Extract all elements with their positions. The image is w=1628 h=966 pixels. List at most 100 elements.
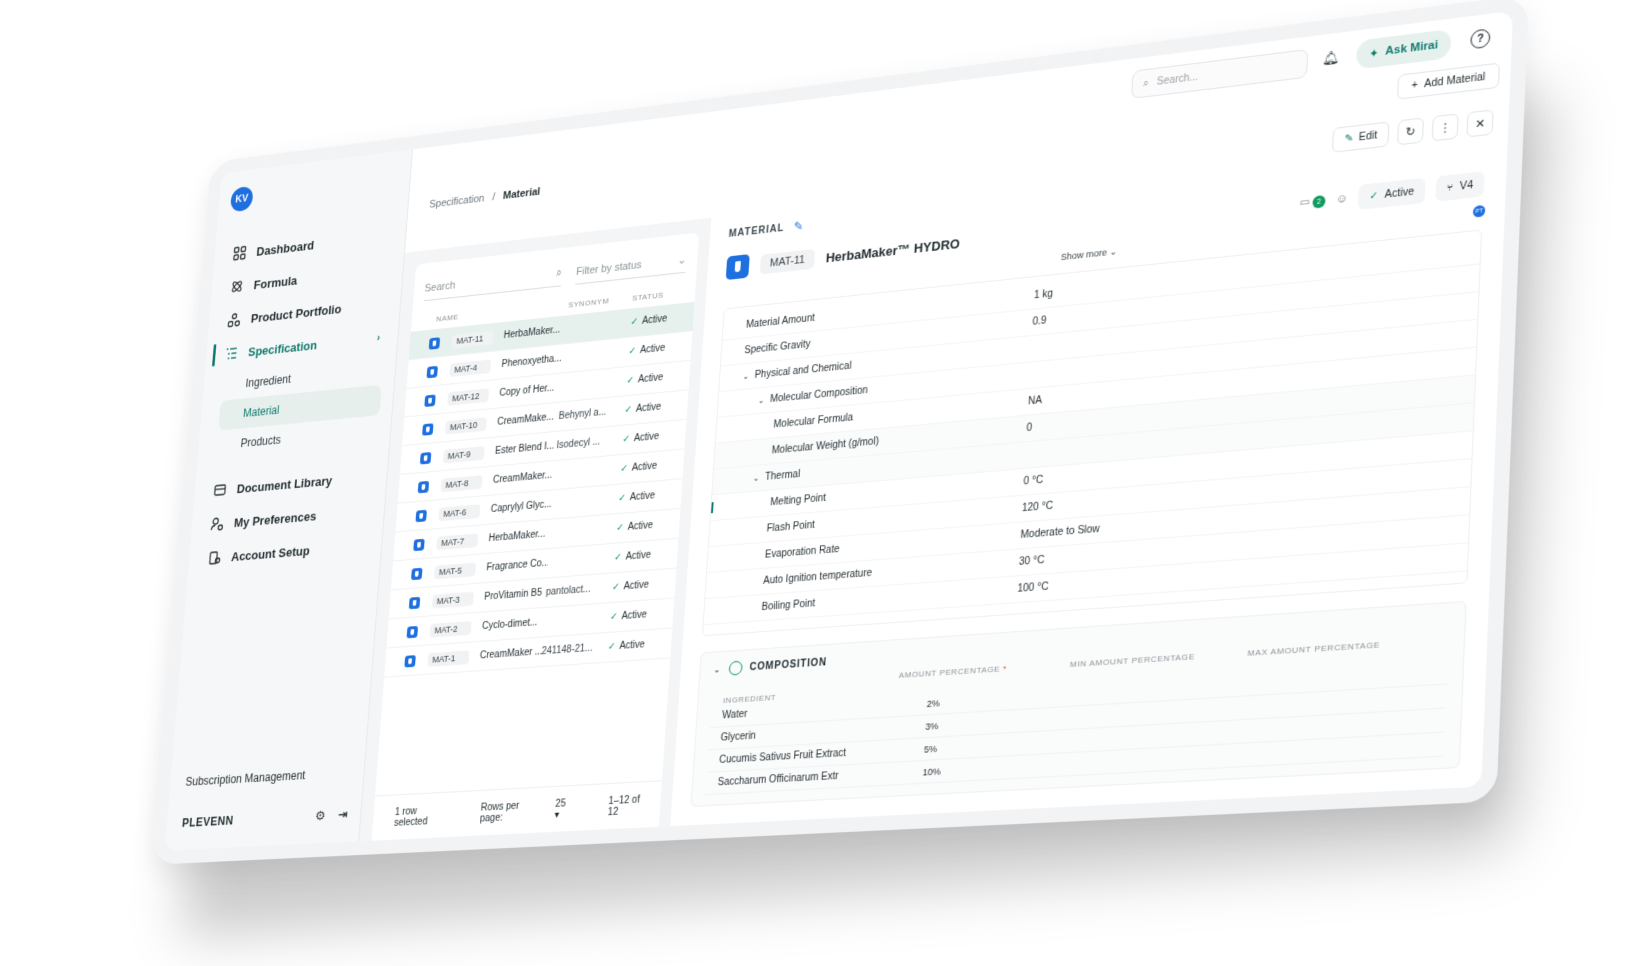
- bell-icon[interactable]: 🔔︎: [1322, 49, 1340, 68]
- material-list-panel: Search ⌕ Filter by status ⌄ NAME SYNONYM…: [359, 217, 712, 842]
- row-code: MAT-8: [440, 474, 483, 492]
- material-detail: MATERIAL ✎ ▭ 2 ☺ ✓ Active ⑂ V4 PT MAT-11: [670, 126, 1508, 826]
- preferences-icon: [210, 516, 225, 532]
- sidebar-item-label: Document Library: [236, 472, 333, 496]
- pagination-range: 1–12 of 12: [607, 793, 641, 818]
- status-label: Active: [1384, 185, 1415, 201]
- check-icon: ✓: [624, 404, 633, 416]
- material-code: MAT-11: [759, 248, 816, 275]
- logout-icon[interactable]: ⇥: [337, 807, 348, 823]
- row-code: MAT-4: [449, 358, 492, 377]
- row-status: ✓ Active: [617, 490, 656, 505]
- comments-icon[interactable]: ▭ 2: [1299, 195, 1326, 211]
- account-icon: [207, 550, 222, 566]
- specification-icon: [224, 345, 239, 361]
- user-avatar-small: PT: [1472, 204, 1486, 218]
- check-icon: ✓: [626, 374, 635, 387]
- list-footer: 1 row selected Rows per page: 25 ▾ 1–12 …: [371, 780, 663, 841]
- flask-icon: [406, 625, 419, 638]
- flask-icon: [422, 422, 434, 436]
- emoji-icon[interactable]: ☺: [1336, 192, 1349, 206]
- row-name: HerbaMaker...: [503, 324, 561, 342]
- rows-per-page-select[interactable]: 25 ▾: [554, 798, 571, 821]
- row-code: MAT-2: [429, 620, 472, 638]
- row-status: ✓ Active: [611, 579, 650, 594]
- check-icon: ✓: [613, 551, 623, 564]
- flask-icon: [408, 596, 421, 609]
- composition-title: COMPOSITION: [749, 656, 828, 673]
- check-icon: ✓: [622, 433, 631, 446]
- composition-section: ⌄ COMPOSITION INGREDIENT AMOUNT PERCENTA…: [690, 600, 1467, 807]
- flask-icon: [428, 336, 441, 350]
- sidebar-item-label: My Preferences: [233, 508, 317, 530]
- flask-icon: [424, 394, 436, 407]
- check-icon: ✓: [628, 345, 637, 358]
- row-status: ✓ Active: [607, 639, 646, 653]
- check-icon: ✓: [611, 581, 621, 594]
- sidebar-footer: Subscription Management PLEVENN ⚙ ⇥: [181, 766, 351, 831]
- dashboard-icon: [232, 245, 247, 261]
- row-name: CreamMake...: [496, 411, 555, 428]
- ask-mirai-button[interactable]: ✦ Ask Mirai: [1355, 28, 1452, 70]
- material-name: HerbaMaker™ HYDRO: [825, 235, 961, 265]
- row-name: Ester Blend I...: [494, 440, 555, 457]
- rows-per-page: Rows per page: 25 ▾: [479, 798, 572, 825]
- row-synonym: [550, 528, 616, 533]
- check-icon: ✓: [1368, 189, 1379, 203]
- row-name: Phenoxyetha...: [501, 353, 562, 370]
- add-material-button[interactable]: + Add Material: [1396, 62, 1501, 100]
- global-search-input[interactable]: ⌕ Search...: [1131, 48, 1309, 100]
- check-icon: ✓: [607, 641, 617, 653]
- list-rows: MAT-11 HerbaMaker... ✓ Active MAT-4 Phenoxyet…: [384, 301, 695, 678]
- row-name: Fragrance Co...: [486, 557, 549, 574]
- help-icon[interactable]: ?: [1470, 28, 1491, 50]
- row-synonym: [554, 469, 620, 475]
- breadcrumb-parent[interactable]: Specification: [429, 193, 485, 211]
- search-placeholder: Search...: [1156, 71, 1199, 88]
- rows-per-page-label: Rows per page:: [479, 800, 520, 825]
- row-status: ✓ Active: [622, 431, 660, 446]
- formula-icon: [230, 278, 245, 294]
- row-synonym: 241148-21...: [541, 642, 593, 658]
- column-header-status[interactable]: STATUS: [632, 288, 684, 303]
- ingredient-amount: 3%: [925, 720, 939, 732]
- row-status: ✓ Active: [613, 549, 652, 564]
- row-name: HerbaMaker...: [488, 528, 546, 545]
- library-icon: [213, 482, 228, 498]
- sidebar-item-label: Formula: [253, 272, 298, 292]
- row-code: MAT-3: [431, 591, 474, 609]
- sidebar-nav: Dashboard Formula Product Portfolio Spec…: [199, 218, 394, 576]
- breadcrumb-separator: /: [491, 191, 496, 204]
- row-status: ✓ Active: [619, 460, 658, 475]
- row-status: ✓ Active: [628, 342, 666, 358]
- check-icon: ✓: [617, 492, 627, 505]
- column-header-synonym[interactable]: SYNONYM: [568, 294, 632, 309]
- row-code: MAT-5: [434, 562, 477, 579]
- app-window: KV Dashboard Formula Product Portfolio S…: [151, 0, 1530, 865]
- check-icon: ✓: [619, 463, 629, 475]
- leaf-icon: [728, 660, 743, 676]
- row-synonym: Isodecyl ...: [556, 436, 601, 452]
- chevron-down-icon: ⌄: [742, 371, 750, 382]
- row-synonym: [561, 381, 627, 387]
- sparkle-icon: ✦: [1368, 46, 1380, 61]
- breadcrumb: Specification / Material: [429, 186, 541, 211]
- version-badge[interactable]: ⑂ V4: [1435, 171, 1485, 202]
- subscription-management-link[interactable]: Subscription Management: [185, 766, 352, 788]
- properties-table: Material Amount 1 kg Specific Gravity 0.9 ⌄ P…: [701, 229, 1483, 637]
- avatar[interactable]: KV: [229, 185, 254, 213]
- settings-icon[interactable]: ⚙: [314, 808, 327, 824]
- row-synonym: Behynyl a...: [558, 406, 607, 423]
- check-icon: ✓: [609, 611, 619, 623]
- comment-count: 2: [1312, 195, 1326, 210]
- flask-icon: [426, 365, 438, 378]
- row-synonym: [544, 617, 610, 622]
- chevron-right-icon: ›: [376, 332, 381, 344]
- row-name: CreamMaker ...: [479, 646, 542, 662]
- edit-pen-icon[interactable]: ✎: [793, 219, 804, 234]
- ask-mirai-label: Ask Mirai: [1385, 38, 1439, 58]
- row-status: ✓ Active: [615, 519, 654, 534]
- flask-icon: [411, 567, 423, 580]
- check-icon: ✓: [615, 522, 625, 534]
- row-code: MAT-6: [438, 503, 481, 521]
